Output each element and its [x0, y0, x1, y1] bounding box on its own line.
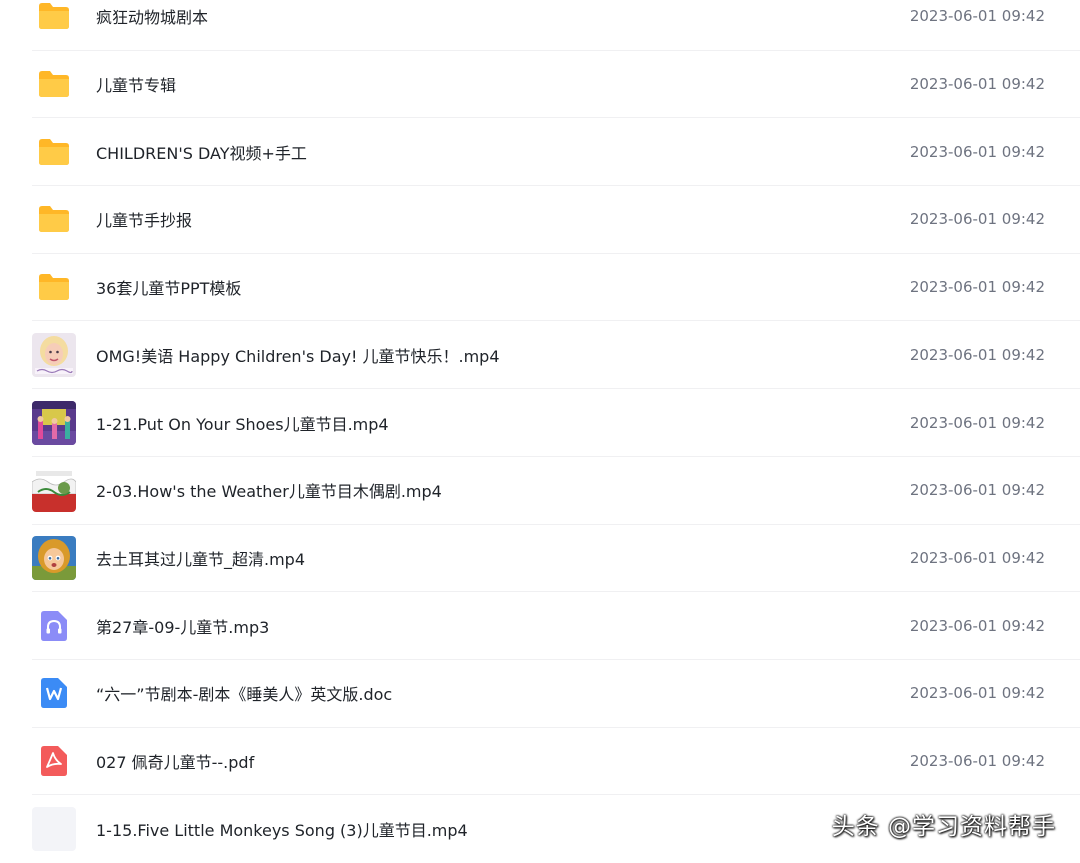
file-name[interactable]: 2-03.How's the Weather儿童节目木偶剧.mp4 [96, 478, 442, 502]
file-row[interactable]: OMG!美语 Happy Children's Day! 儿童节快乐！.mp4 … [32, 322, 1080, 390]
file-list: 疯狂动物城剧本 2023-06-01 09:42 儿童节专辑 2023-06-0… [0, 0, 1080, 863]
video-thumbnail-icon [32, 332, 76, 377]
file-row[interactable]: “六一”节剧本-剧本《睡美人》英文版.doc 2023-06-01 09:42 [32, 660, 1080, 728]
file-name[interactable]: OMG!美语 Happy Children's Day! 儿童节快乐！.mp4 [96, 343, 500, 367]
file-row[interactable]: 疯狂动物城剧本 2023-06-01 09:42 [32, 0, 1080, 51]
file-name[interactable]: CHILDREN'S DAY视频+手工 [96, 140, 307, 164]
file-name[interactable]: 去土耳其过儿童节_超清.mp4 [96, 546, 305, 570]
file-date: 2023-06-01 09:42 [909, 7, 1045, 26]
file-name[interactable]: 儿童节手抄报 [96, 207, 192, 231]
file-name[interactable]: “六一”节剧本-剧本《睡美人》英文版.doc [96, 681, 392, 705]
file-date: 2023-06-01 09:42 [909, 481, 1045, 500]
folder-icon [32, 0, 76, 38]
watermark: 头条 @学习资料帮手 [831, 814, 1056, 840]
file-row[interactable]: 027 佩奇儿童节--.pdf 2023-06-01 09:42 [32, 728, 1080, 796]
file-row[interactable]: 儿童节手抄报 2023-06-01 09:42 [32, 186, 1080, 254]
file-row[interactable]: 儿童节专辑 2023-06-01 09:42 [32, 51, 1080, 119]
folder-icon [32, 62, 76, 106]
file-row[interactable]: 第27章-09-儿童节.mp3 2023-06-01 09:42 [32, 592, 1080, 660]
file-name[interactable]: 1-21.Put On Your Shoes儿童节目.mp4 [96, 411, 389, 435]
file-name[interactable]: 1-15.Five Little Monkeys Song (3)儿童节目.mp… [96, 817, 468, 841]
file-row[interactable]: CHILDREN'S DAY视频+手工 2023-06-01 09:42 [32, 118, 1080, 187]
file-name[interactable]: 36套儿童节PPT模板 [96, 275, 241, 299]
video-thumbnail-icon [32, 400, 76, 445]
file-date: 2023-06-01 09:42 [909, 142, 1045, 161]
file-date: 2023-06-01 09:42 [909, 548, 1045, 567]
file-name[interactable]: 儿童节专辑 [96, 72, 176, 96]
file-row[interactable]: 去土耳其过儿童节_超清.mp4 2023-06-01 09:42 [32, 525, 1080, 593]
file-date: 2023-06-01 09:42 [909, 75, 1045, 94]
file-date: 2023-06-01 09:42 [909, 684, 1045, 703]
video-thumbnail-icon [32, 807, 76, 852]
file-name[interactable]: 疯狂动物城剧本 [96, 4, 208, 28]
video-thumbnail-icon [32, 468, 76, 513]
file-date: 2023-06-01 09:42 [909, 413, 1045, 432]
file-row[interactable]: 36套儿童节PPT模板 2023-06-01 09:42 [32, 254, 1080, 322]
file-date: 2023-06-01 09:42 [909, 752, 1045, 771]
file-name[interactable]: 027 佩奇儿童节--.pdf [96, 749, 254, 773]
folder-icon [32, 130, 76, 174]
file-date: 2023-06-01 09:42 [909, 616, 1045, 635]
audio-file-icon [32, 604, 76, 648]
file-row[interactable]: 1-21.Put On Your Shoes儿童节目.mp4 2023-06-0… [32, 389, 1080, 457]
file-date: 2023-06-01 09:42 [909, 345, 1045, 364]
folder-icon [32, 265, 76, 309]
folder-icon [32, 197, 76, 241]
file-name[interactable]: 第27章-09-儿童节.mp3 [96, 614, 269, 638]
pdf-file-icon [32, 739, 76, 783]
video-thumbnail-icon [32, 535, 76, 580]
file-date: 2023-06-01 09:42 [909, 278, 1045, 297]
file-date: 2023-06-01 09:42 [909, 210, 1045, 229]
file-row[interactable]: 2-03.How's the Weather儿童节目木偶剧.mp4 2023-0… [32, 457, 1080, 525]
word-file-icon [32, 671, 76, 715]
